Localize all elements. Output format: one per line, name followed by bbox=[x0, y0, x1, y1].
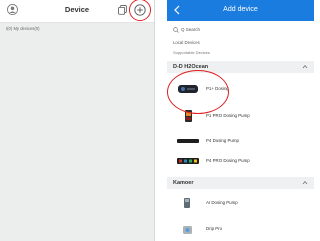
chevron-up-icon bbox=[302, 64, 308, 69]
device-item-drip-pro[interactable]: Drip Pro bbox=[167, 220, 314, 238]
chevron-up-icon bbox=[302, 180, 308, 185]
section-label: Kamoer bbox=[173, 180, 194, 186]
device-thumbnail bbox=[177, 139, 199, 143]
my-devices-label[interactable]: I(0) My devices(0) bbox=[6, 26, 40, 31]
device-screen: Device I(0) My devices(0) bbox=[0, 0, 155, 241]
section-label: D-D H2Ocean bbox=[173, 64, 209, 70]
search-input[interactable]: Q Search bbox=[167, 26, 314, 36]
add-device-screen: Add device Q Search Local Devices Suppor… bbox=[167, 0, 314, 241]
device-thumbnail bbox=[183, 226, 192, 234]
device-name: AI Dosing Pump bbox=[206, 200, 238, 205]
highlight-circle-p1-plus bbox=[167, 70, 229, 114]
search-icon bbox=[173, 27, 179, 33]
section-header-kamoer[interactable]: Kamoer bbox=[167, 177, 314, 189]
device-name: P1 PRO Dosing Pump bbox=[206, 113, 250, 118]
highlight-circle-add bbox=[129, 0, 151, 21]
device-name: Drip Pro bbox=[206, 226, 223, 231]
device-item-p4-pro[interactable]: P4 PRO Dosing Pump bbox=[167, 152, 314, 170]
copy-icon[interactable] bbox=[118, 5, 127, 15]
device-name: P4 Dosing Pump bbox=[206, 138, 239, 143]
device-thumbnail bbox=[184, 198, 190, 208]
local-devices-label[interactable]: Local Devices bbox=[173, 40, 200, 45]
supportable-devices-label: Supportable Devices bbox=[173, 50, 210, 55]
search-placeholder: Q Search bbox=[181, 27, 201, 32]
device-item-p4[interactable]: P4 Dosing Pump bbox=[167, 132, 314, 150]
device-item-ai-dosing[interactable]: AI Dosing Pump bbox=[167, 194, 314, 212]
device-name: P4 PRO Dosing Pump bbox=[206, 158, 250, 163]
device-thumbnail bbox=[177, 158, 199, 164]
page-title: Add device bbox=[223, 6, 258, 13]
add-device-header: Add device bbox=[167, 0, 314, 21]
